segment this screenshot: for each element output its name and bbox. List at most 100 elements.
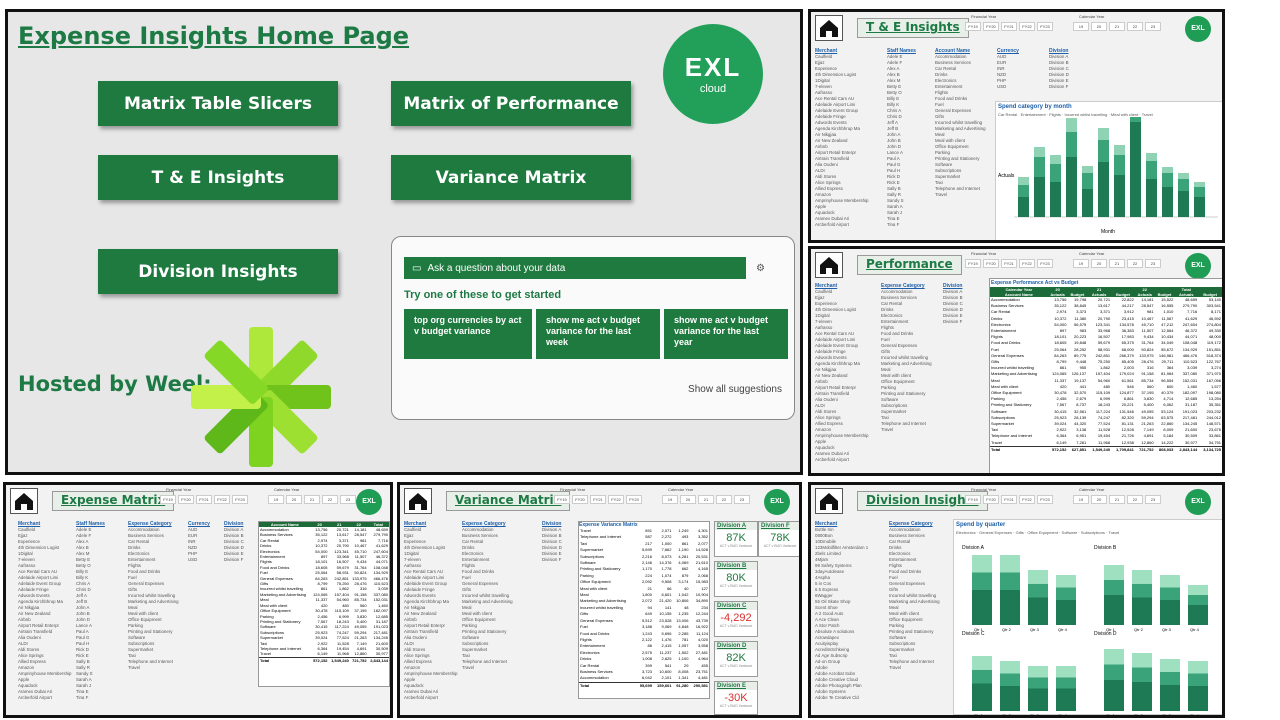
suggestion-1[interactable]: top org currencies by act v budget varia…: [404, 309, 532, 359]
cal-year-chip[interactable]: 19: [268, 495, 284, 504]
fy-chip[interactable]: FY19: [965, 22, 981, 31]
cal-year-chip[interactable]: 21: [698, 495, 714, 504]
fy-chip[interactable]: FY23: [1037, 495, 1053, 504]
cal-year-chip[interactable]: 20: [286, 495, 302, 504]
fy-chip[interactable]: FY19: [160, 495, 176, 504]
fy-chip[interactable]: FY19: [554, 495, 570, 504]
slicer-item[interactable]: Adobe Te Creative Cld: [815, 695, 881, 701]
home-icon[interactable]: [404, 488, 432, 514]
cal-year-chip[interactable]: 22: [1127, 259, 1143, 268]
cal-year-chip[interactable]: 19: [662, 495, 678, 504]
fy-chip[interactable]: FY21: [1001, 259, 1017, 268]
card-subtitle: ACT v BUD Variance: [719, 664, 753, 668]
slicer-item[interactable]: Tina F: [887, 222, 935, 228]
division-variance-card: Division B 80K ACT v BUD Variance: [714, 561, 758, 597]
variance-matrix-button[interactable]: Variance Matrix: [391, 155, 631, 200]
fy-chip[interactable]: FY20: [983, 22, 999, 31]
fy-chip[interactable]: FY21: [590, 495, 606, 504]
bar-segment: [1066, 157, 1077, 217]
total-row: Total 572,152 1,549,240 721,752 2,843,144: [259, 656, 389, 664]
fy-chip[interactable]: FY20: [572, 495, 588, 504]
table-cell: 627,851: [1067, 445, 1088, 454]
slicer-item[interactable]: Travel: [462, 665, 522, 671]
home-icon[interactable]: [815, 15, 843, 41]
slicer-item[interactable]: Travel: [881, 427, 941, 433]
slicer-item[interactable]: Division F: [542, 557, 578, 563]
fy-chip[interactable]: FY23: [1037, 259, 1053, 268]
cal-year-chip[interactable]: 19: [1073, 259, 1089, 268]
table-cell: 12,938: [1121, 439, 1134, 445]
home-icon[interactable]: [10, 488, 38, 514]
bar-segment: [1000, 686, 1020, 711]
cal-year-chip[interactable]: 19: [1073, 495, 1089, 504]
cal-year-chip[interactable]: 21: [1109, 495, 1125, 504]
cal-year-chip[interactable]: 21: [1109, 22, 1125, 31]
fy-chip[interactable]: FY21: [1001, 22, 1017, 31]
bar-segment: [1194, 187, 1205, 197]
fy-chip[interactable]: FY20: [983, 495, 999, 504]
cal-year-chip[interactable]: 23: [1145, 495, 1161, 504]
qa-input[interactable]: ▭ Ask a question about your data: [404, 257, 746, 279]
cal-year-chip[interactable]: 22: [1127, 495, 1143, 504]
matrix-of-performance-button[interactable]: Matrix of Performance: [391, 81, 631, 126]
fy-chip[interactable]: FY22: [1019, 495, 1035, 504]
cal-year-chip[interactable]: 23: [340, 495, 356, 504]
fy-chip[interactable]: FY23: [1037, 22, 1053, 31]
slicer-item[interactable]: Arcberfold Airport: [815, 457, 885, 463]
slicer-item[interactable]: Travel: [935, 192, 993, 198]
t-and-e-insights-button[interactable]: T & E Insights: [98, 155, 338, 200]
slicer-item[interactable]: Division F: [943, 319, 987, 325]
fy-chip[interactable]: FY21: [196, 495, 212, 504]
fy-chip[interactable]: FY22: [1019, 22, 1035, 31]
cal-year-chip[interactable]: 22: [716, 495, 732, 504]
bar-segment: [1178, 179, 1189, 191]
fy-chip[interactable]: FY19: [965, 495, 981, 504]
cal-year-chip[interactable]: 21: [1109, 259, 1125, 268]
slicer-item[interactable]: Tina F: [76, 695, 124, 701]
show-all-suggestions-link[interactable]: Show all suggestions: [688, 384, 782, 395]
home-icon[interactable]: [815, 252, 843, 278]
cal-year-chip[interactable]: 20: [1091, 495, 1107, 504]
cal-year-chip[interactable]: 19: [1073, 22, 1089, 31]
slicer-item[interactable]: USD: [188, 557, 222, 563]
slicer-list: Division Division A Division B Division C Di…: [1049, 48, 1089, 90]
home-icon[interactable]: [815, 488, 843, 514]
slicer-item[interactable]: Division F: [1049, 84, 1089, 90]
slicer-item[interactable]: Arcberfold Airport: [18, 695, 78, 701]
fy-chip[interactable]: FY22: [1019, 259, 1035, 268]
slicer-item[interactable]: Division F: [224, 557, 258, 563]
fy-chip[interactable]: FY23: [232, 495, 248, 504]
division-insights-button[interactable]: Division Insights: [98, 249, 338, 294]
fy-chip[interactable]: FY20: [178, 495, 194, 504]
cal-year-chip[interactable]: 20: [1091, 259, 1107, 268]
fy-chip[interactable]: FY22: [608, 495, 624, 504]
fy-chip[interactable]: FY22: [214, 495, 230, 504]
spend-category-chart: Spend category by month Car Rental · Ent…: [995, 62, 1222, 240]
cal-year-chip[interactable]: 20: [1091, 22, 1107, 31]
cal-year-chip[interactable]: 23: [1145, 22, 1161, 31]
fy-chip[interactable]: FY19: [965, 259, 981, 268]
slicer-item[interactable]: USD: [997, 84, 1035, 90]
slicer-item[interactable]: Travel: [889, 665, 949, 671]
suggestion-2[interactable]: show me act v budget variance for the la…: [536, 309, 660, 359]
bar-segment: [1160, 672, 1180, 685]
suggestion-3[interactable]: show me act v budget variance for the la…: [664, 309, 788, 359]
fy-chip[interactable]: FY20: [983, 259, 999, 268]
card-title: Division C: [715, 602, 757, 610]
bar-segment: [1082, 173, 1093, 189]
cal-year-chip[interactable]: 22: [322, 495, 338, 504]
slicer-item[interactable]: Travel: [128, 665, 186, 671]
cal-year-chip[interactable]: 22: [1127, 22, 1143, 31]
slicer-list: Division Division A Division B Division C Di…: [224, 521, 258, 563]
cal-year-chip[interactable]: 23: [1145, 259, 1161, 268]
fy-chip[interactable]: FY21: [1001, 495, 1017, 504]
fy-chip[interactable]: FY23: [626, 495, 642, 504]
matrix-table-slicers-button[interactable]: Matrix Table Slicers: [98, 81, 338, 126]
settings-icon[interactable]: ⚙: [756, 263, 765, 274]
cal-year-chip[interactable]: 23: [734, 495, 750, 504]
cal-year-chip[interactable]: 21: [304, 495, 320, 504]
bar-segment: [1000, 673, 1020, 686]
slicer-item[interactable]: Arcberfold Airport: [815, 222, 885, 228]
slicer-item[interactable]: Arcberfold Airport: [404, 695, 464, 701]
cal-year-chip[interactable]: 20: [680, 495, 696, 504]
